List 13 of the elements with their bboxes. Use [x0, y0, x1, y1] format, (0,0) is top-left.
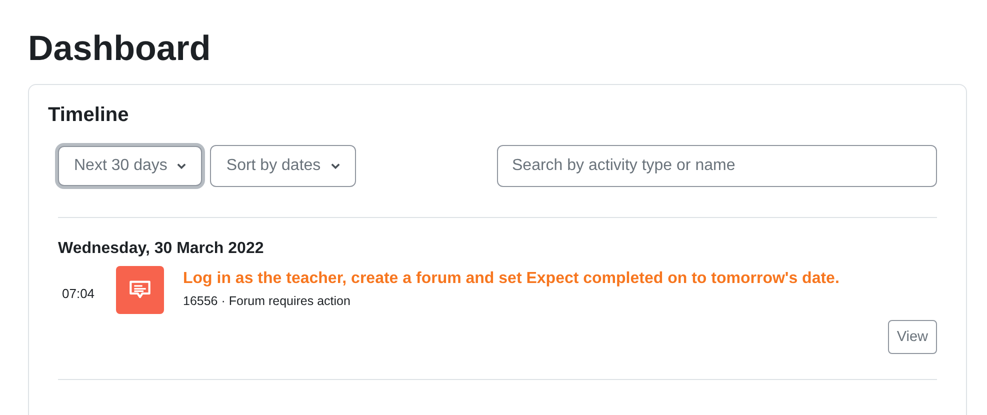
page-title: Dashboard	[28, 28, 212, 70]
filter-dropdown[interactable]: Sort by dates	[210, 145, 356, 187]
caret-icon	[330, 163, 340, 169]
filter-dropdown[interactable]: Next 30 days	[58, 146, 202, 186]
date-heading: Wednesday, 30 March 2022	[58, 240, 265, 258]
search-field[interactable]: Search by activity type or name	[497, 145, 937, 187]
view-button[interactable]: View	[888, 320, 937, 354]
event-detail: 16556 · Forum requires action	[183, 294, 352, 308]
forum-icon	[116, 266, 164, 314]
caret-icon	[177, 163, 186, 169]
event-link[interactable]: Log in as the teacher, create a forum and set Expect completed on to tomorrow's date.	[183, 270, 840, 288]
event-time: 07:04	[62, 286, 96, 301]
card-title: Timeline	[48, 103, 130, 127]
